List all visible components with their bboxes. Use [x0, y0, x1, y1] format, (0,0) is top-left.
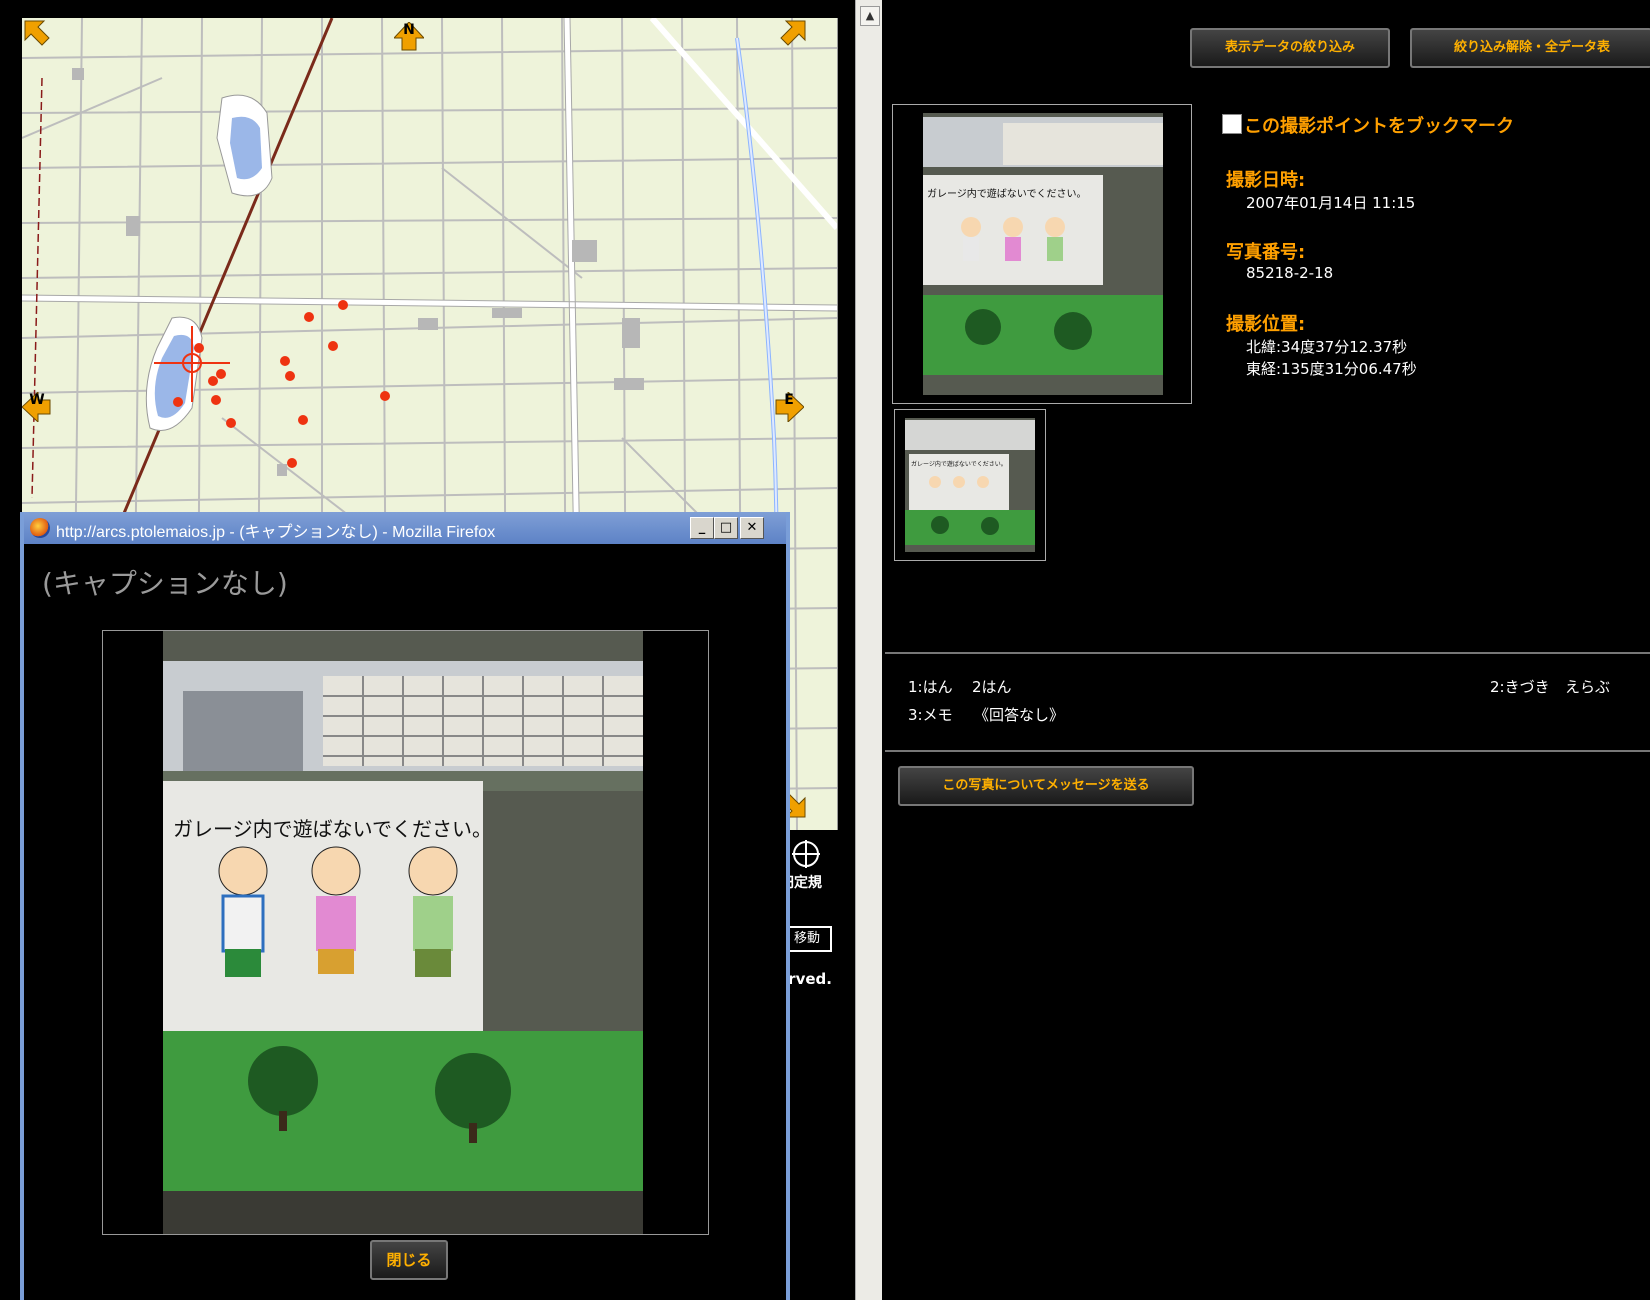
- east-label: E: [784, 392, 794, 408]
- bookmark-checkbox[interactable]: [1222, 114, 1242, 134]
- railway-line: [120, 18, 334, 519]
- close-button[interactable]: 閉じる: [370, 1240, 448, 1280]
- boundary-line: [31, 77, 43, 499]
- main-photo[interactable]: ガレージ内で遊ばないでください。: [892, 104, 1192, 404]
- popup-window[interactable]: http://arcs.ptolemaios.jp - (キャプションなし) -…: [20, 512, 790, 1300]
- photo-number-value: 85218-2-18: [1246, 264, 1334, 282]
- sign-children-illustration: [218, 846, 458, 977]
- thumb-sign-text: ガレージ内で遊ばないでください。: [911, 460, 1007, 468]
- answer-1-label: 1:はん: [908, 678, 953, 696]
- maximize-button[interactable]: □: [714, 517, 738, 539]
- popup-photo: ガレージ内で遊ばないでください。: [102, 630, 709, 1235]
- pan-east-button[interactable]: E: [774, 392, 804, 422]
- popup-titlebar[interactable]: http://arcs.ptolemaios.jp - (キャプションなし) -…: [24, 512, 786, 544]
- photo-thumbnail[interactable]: ガレージ内で遊ばないでください。: [894, 409, 1046, 561]
- shot-datetime-value: 2007年01月14日 11:15: [1246, 194, 1416, 212]
- photo-caption: (キャプションなし): [42, 567, 288, 600]
- answer-2-label: 2:きづき: [1490, 678, 1550, 696]
- scroll-up-arrow[interactable]: ▲: [860, 6, 880, 26]
- latitude-value: 北緯:34度37分12.37秒: [1246, 338, 1408, 356]
- photo-sign-text: ガレージ内で遊ばないでください。: [173, 817, 492, 841]
- answer-3-label: 3:メモ: [908, 706, 953, 724]
- filter-data-button[interactable]: 表示データの絞り込み: [1190, 28, 1390, 68]
- photo-point-markers[interactable]: [173, 300, 390, 468]
- popup-window-title: http://arcs.ptolemaios.jp - (キャプションなし) -…: [56, 524, 496, 541]
- pan-northeast-arrow[interactable]: [778, 18, 808, 48]
- position-label: 撮影位置:: [1226, 314, 1306, 335]
- main-photo-sign-text: ガレージ内で遊ばないでください。: [927, 187, 1087, 200]
- bookmark-label[interactable]: この撮影ポイントをブックマーク: [1244, 112, 1514, 138]
- answer-3-value: 《回答なし》: [974, 706, 1065, 724]
- divider-top: [885, 652, 1650, 654]
- longitude-value: 東経:135度31分06.47秒: [1246, 360, 1417, 378]
- answer-2-value: えらぶ: [1565, 678, 1611, 696]
- circle-ruler-icon[interactable]: [790, 838, 822, 870]
- reset-filter-button[interactable]: 絞り込み解除・全データ表: [1410, 28, 1650, 68]
- photo-number-label: 写真番号:: [1226, 242, 1306, 263]
- map-pond-water: [154, 116, 262, 418]
- minimize-button[interactable]: _: [690, 517, 714, 539]
- pan-west-button[interactable]: W: [22, 392, 52, 422]
- map-scrollbar[interactable]: ▲: [855, 0, 882, 1300]
- photo-image: ガレージ内で遊ばないでください。: [163, 631, 643, 1234]
- answer-1-value: 2はん: [972, 678, 1012, 696]
- close-window-button[interactable]: ✕: [740, 517, 764, 539]
- send-message-button[interactable]: この写真についてメッセージを送る: [898, 766, 1194, 806]
- firefox-icon: [30, 518, 50, 538]
- north-label: N: [403, 22, 415, 38]
- shot-datetime-label: 撮影日時:: [1226, 170, 1306, 191]
- main-photo-image: ガレージ内で遊ばないでください。: [923, 113, 1163, 395]
- divider-bottom: [885, 750, 1650, 752]
- thumbnail-image: ガレージ内で遊ばないでください。: [905, 418, 1035, 552]
- pan-northwest-arrow[interactable]: [22, 18, 52, 48]
- west-label: W: [29, 392, 45, 408]
- pan-north-button[interactable]: N: [394, 22, 424, 52]
